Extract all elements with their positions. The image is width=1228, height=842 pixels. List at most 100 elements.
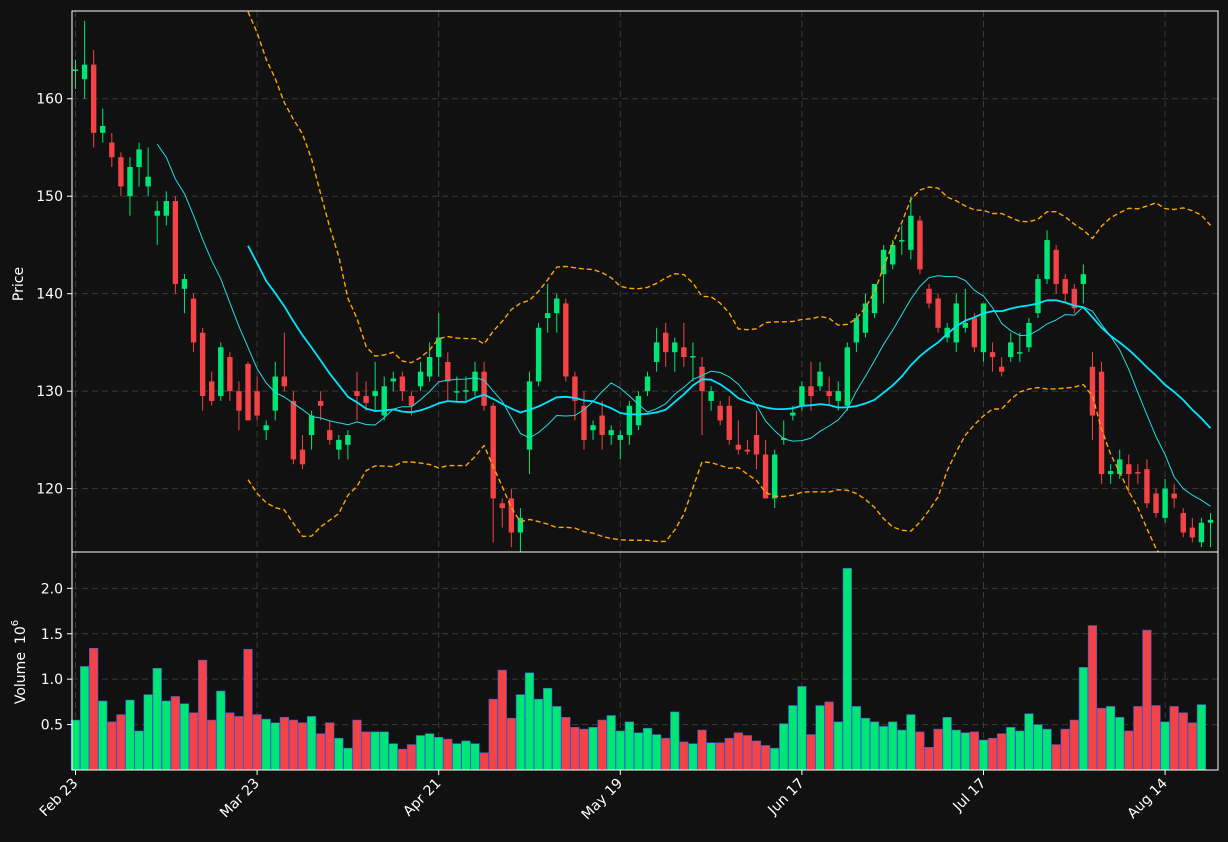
candle-body <box>917 220 923 270</box>
volume-bar <box>543 687 553 771</box>
candle-body <box>726 405 732 440</box>
volume-bar <box>579 728 589 771</box>
candle-body <box>762 454 769 499</box>
candle-body <box>1171 493 1177 499</box>
candle-body <box>363 396 369 403</box>
candle-body <box>690 356 696 358</box>
candle-body <box>563 303 569 377</box>
volume-bar <box>316 733 326 771</box>
volume-bar <box>107 721 117 771</box>
candle-body <box>753 435 760 455</box>
candle-body <box>544 313 551 319</box>
volume-bar <box>770 747 780 771</box>
volume-bar <box>860 717 871 771</box>
candle-body <box>980 303 987 353</box>
candle-body <box>163 201 169 216</box>
candle-body <box>499 503 505 509</box>
volume-bar <box>806 734 816 771</box>
candle-body <box>445 361 451 382</box>
candle-body <box>1144 469 1150 504</box>
volume-bar <box>243 648 253 771</box>
candle <box>1035 274 1041 319</box>
candle-body <box>1198 522 1205 543</box>
volume-bar <box>597 719 607 771</box>
volume-bar <box>779 723 789 771</box>
candle-body <box>90 64 97 133</box>
volume-bar <box>624 721 634 771</box>
volume-bar <box>1106 706 1116 771</box>
volume-bar <box>642 727 653 771</box>
candle-body <box>653 342 660 362</box>
volume-bar <box>279 717 289 771</box>
volume-bar <box>288 719 299 771</box>
volume-bar <box>742 735 753 771</box>
volume-bar <box>1178 712 1188 771</box>
candle-body <box>1180 513 1186 533</box>
volume-axis-label: Volume 106 <box>10 620 29 704</box>
candle-body <box>1126 464 1132 475</box>
volume-bar <box>397 748 407 771</box>
price-tick-label: 150 <box>36 189 63 205</box>
volume-bar <box>524 672 535 771</box>
volume-bar <box>906 714 916 771</box>
volume-bar <box>234 716 244 771</box>
candle-body <box>971 318 978 348</box>
candle-body <box>1189 527 1196 538</box>
volume-bar <box>670 711 680 771</box>
candle-body <box>417 371 424 387</box>
volume-bar <box>98 700 108 771</box>
volume-bar <box>1087 625 1098 771</box>
candle-body <box>399 376 406 392</box>
volume-tick-label: 1.0 <box>41 672 63 688</box>
volume-bar <box>470 743 480 771</box>
candle-body <box>1062 279 1068 294</box>
candle-body <box>299 449 306 465</box>
candle-body <box>390 378 396 382</box>
volume-bar <box>633 732 644 771</box>
candle-body <box>1207 519 1214 523</box>
candle-body <box>672 342 678 353</box>
candle <box>635 391 642 431</box>
volume-bar <box>406 744 417 771</box>
candle-body <box>853 318 860 343</box>
candle-body <box>899 240 905 242</box>
volume-bar <box>697 729 707 771</box>
candle-body <box>617 435 623 440</box>
candle-body <box>1135 472 1141 474</box>
candle <box>844 342 850 411</box>
candle-body <box>190 298 197 343</box>
volume-bar <box>461 740 471 771</box>
candle-body <box>354 391 360 397</box>
candle-body <box>663 332 669 353</box>
volume-bar <box>1006 727 1016 771</box>
volume-bar <box>951 729 961 771</box>
candle-body <box>254 391 260 416</box>
volume-bar <box>869 721 880 771</box>
candle-body <box>199 332 206 397</box>
candle-body <box>790 412 796 416</box>
candle-body <box>998 366 1005 372</box>
candle <box>971 313 978 353</box>
volume-bar <box>652 734 662 771</box>
candle-body <box>735 444 742 450</box>
volume-bar <box>797 686 807 771</box>
volume-bar <box>1078 667 1088 771</box>
volume-bar <box>733 732 743 771</box>
candle-body <box>817 371 823 387</box>
volume-bar <box>116 714 126 771</box>
volume-bar <box>134 730 144 771</box>
candle-body <box>1080 274 1087 284</box>
candle-body <box>908 215 914 250</box>
candle-body <box>744 449 751 452</box>
volume-bar <box>261 718 271 771</box>
candle-body <box>708 391 714 401</box>
candle-body <box>862 303 869 333</box>
candle-body <box>81 64 88 80</box>
volume-bar <box>207 719 217 771</box>
volume-bar <box>179 703 190 771</box>
candle <box>935 293 941 333</box>
volume-bar <box>188 712 199 771</box>
volume-bar <box>252 714 262 771</box>
volume-bar <box>479 752 489 771</box>
candle-body <box>1089 366 1096 416</box>
